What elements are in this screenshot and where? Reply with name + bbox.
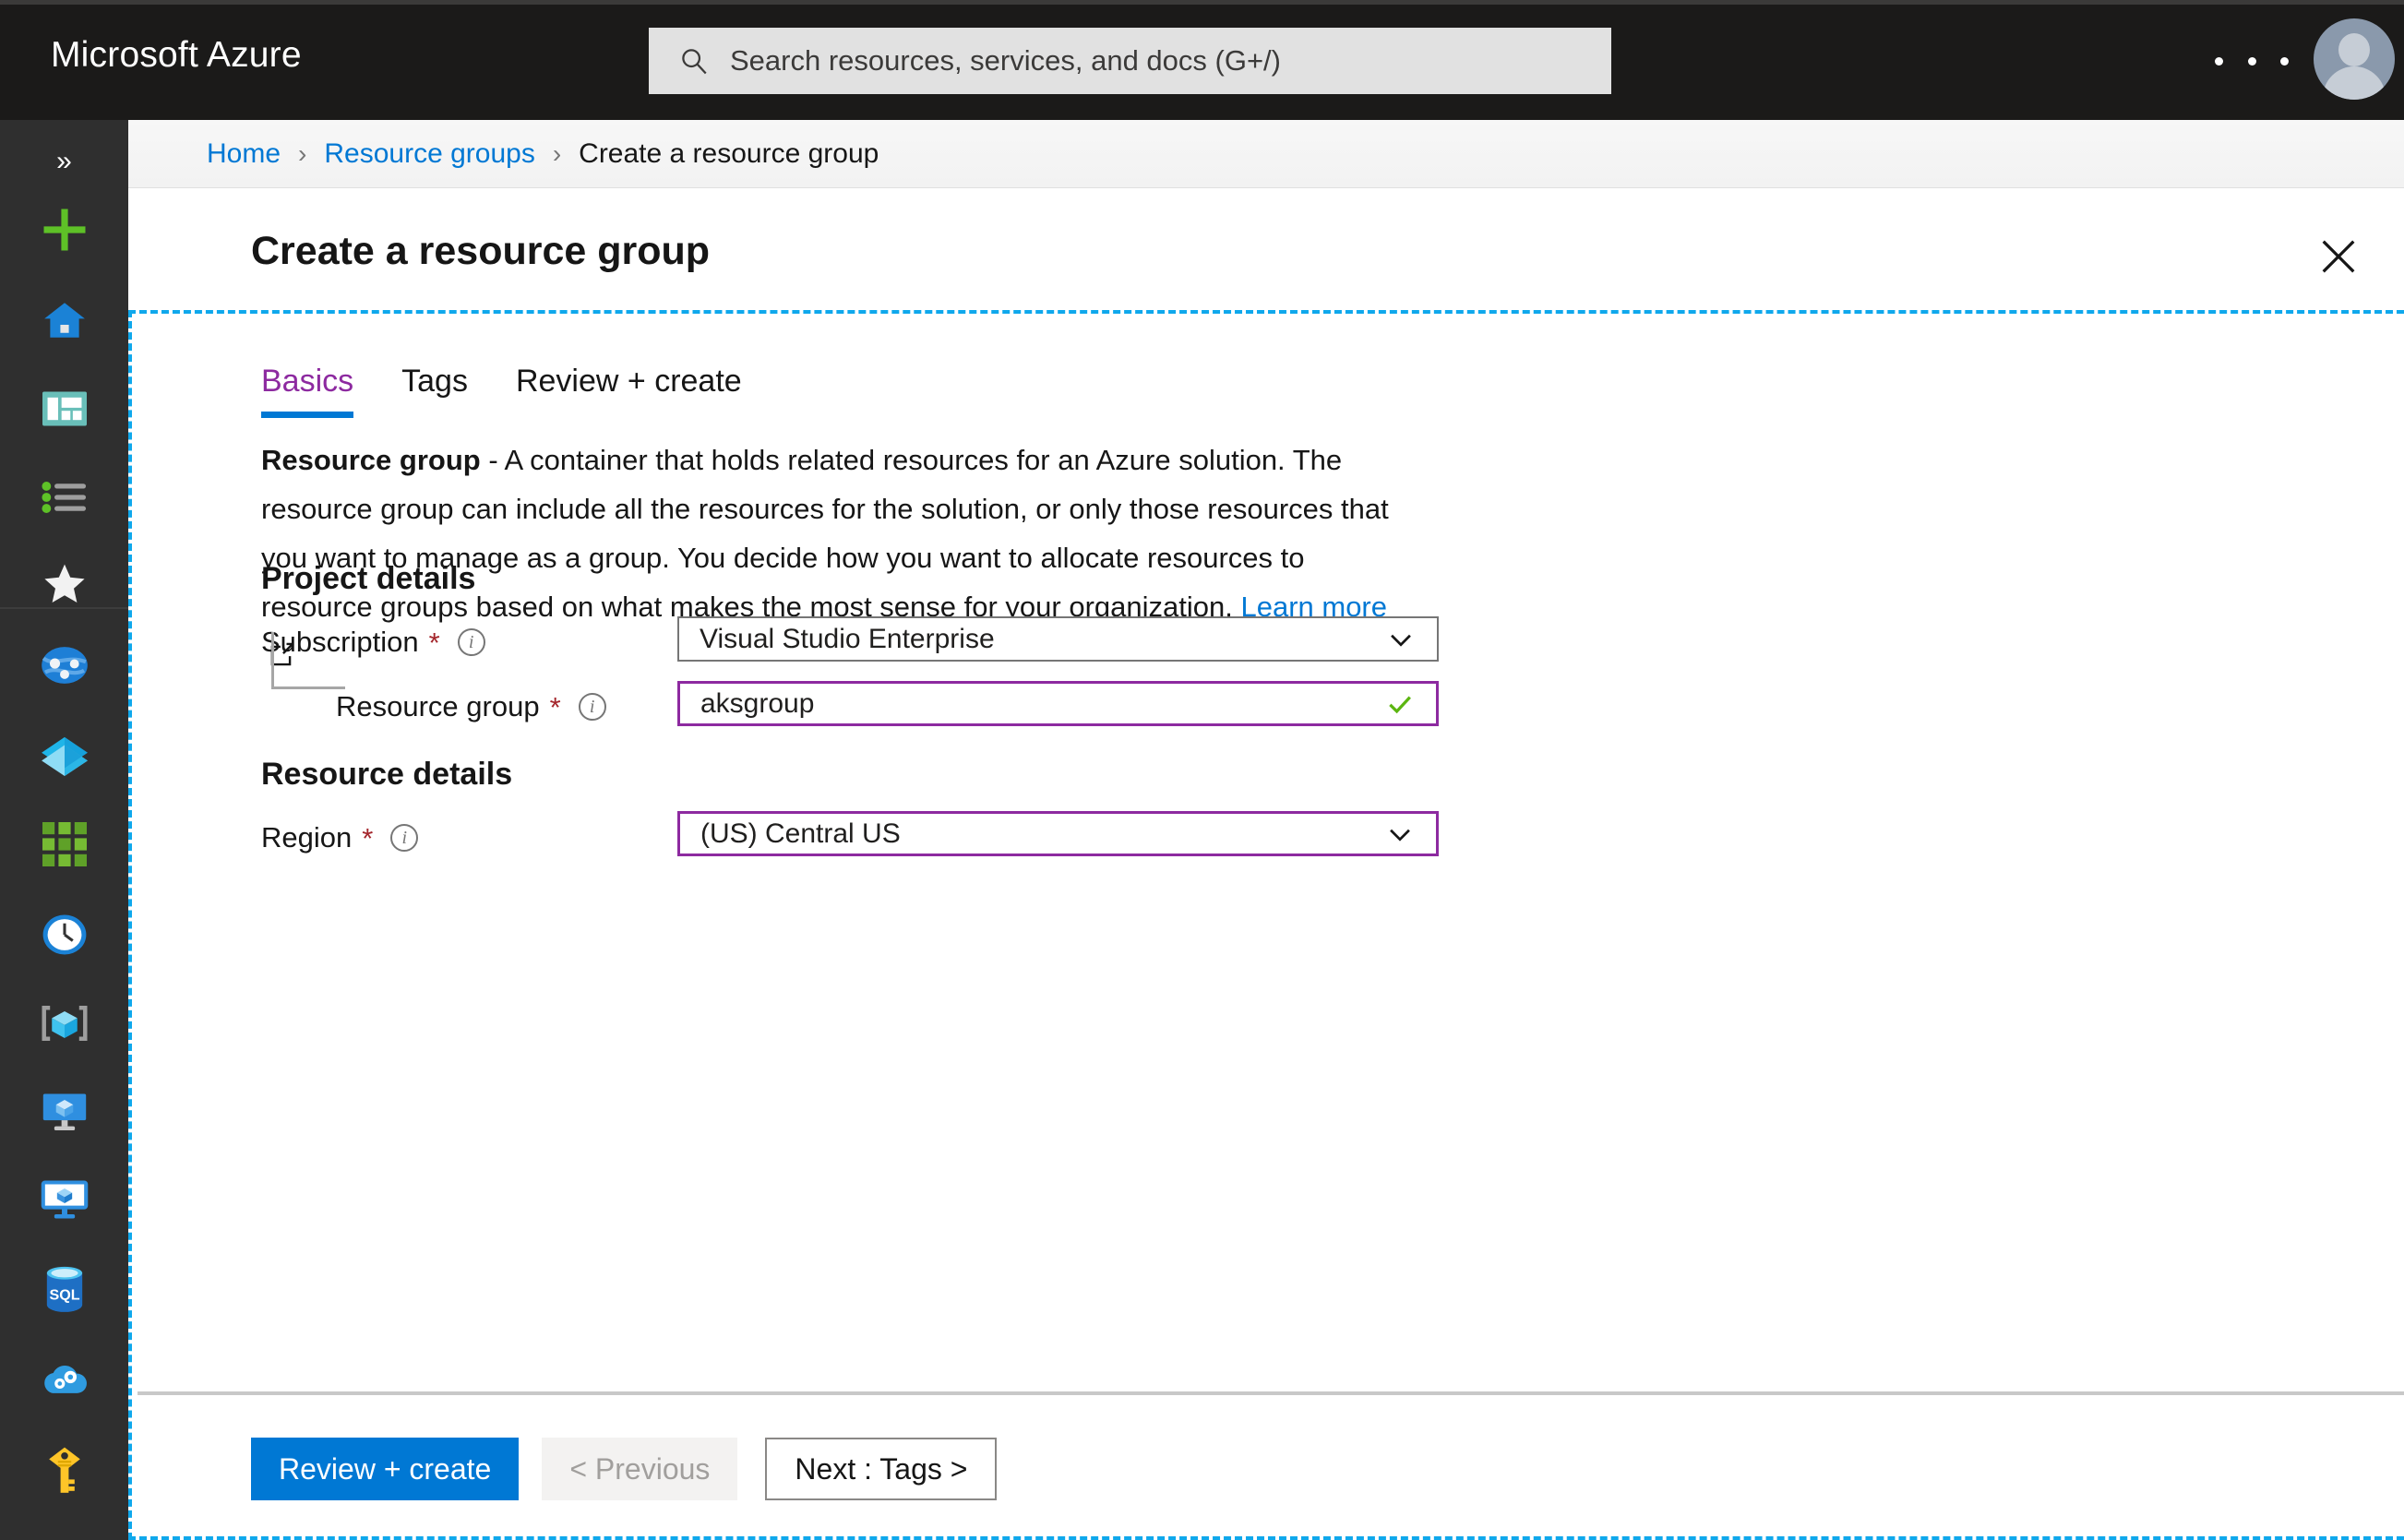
azure-brand-logo[interactable]: Microsoft Azure: [51, 35, 302, 76]
plus-icon: [40, 205, 90, 259]
sidebar-item-favorites[interactable]: [36, 557, 93, 615]
sidebar-item-azure-active-directory[interactable]: [36, 639, 93, 696]
info-icon[interactable]: i: [578, 693, 606, 721]
more-options-icon[interactable]: [2215, 46, 2289, 76]
review-create-button[interactable]: Review + create: [251, 1438, 520, 1500]
aad-icon: [42, 646, 88, 689]
list-icon: [42, 481, 88, 518]
sidebar-item-all-resources[interactable]: [36, 818, 93, 875]
virtual-machines-icon: [41, 1091, 89, 1138]
footer-divider: [138, 1391, 2404, 1395]
section-title-resource-details: Resource details: [261, 757, 513, 792]
chevron-down-icon: [1385, 624, 1417, 655]
breadcrumb-bar: Home › Resource groups › Create a resour…: [128, 120, 2404, 188]
sidebar-item-create-a-resource[interactable]: [36, 203, 93, 260]
chevron-right-icon: ›: [298, 138, 307, 168]
close-icon[interactable]: [2311, 229, 2366, 284]
region-label-row: Region * i: [261, 821, 419, 854]
chevron-down-icon: [1384, 818, 1416, 850]
resource-group-label: Resource group: [336, 690, 540, 722]
avatar[interactable]: [2314, 18, 2395, 100]
avatar-body: [2323, 66, 2386, 100]
rail-collapse-icon[interactable]: »: [0, 133, 128, 190]
breadcrumb: Home › Resource groups › Create a resour…: [207, 138, 879, 170]
left-navigation-rail: » SQL: [0, 120, 128, 1540]
blade-footer-actions: Review + create < Previous Next : Tags >: [251, 1438, 998, 1500]
global-search-box[interactable]: Search resources, services, and docs (G+…: [649, 28, 1611, 94]
info-icon[interactable]: i: [457, 628, 485, 656]
page-title: Create a resource group: [251, 229, 711, 273]
description-lead: Resource group: [261, 444, 481, 476]
sidebar-item-recent[interactable]: [36, 908, 93, 965]
checkmark-icon: [1384, 688, 1416, 720]
sidebar-item-home[interactable]: [36, 293, 93, 351]
sidebar-item-resource-groups[interactable]: [36, 729, 93, 786]
required-asterisk: *: [549, 690, 561, 723]
breadcrumb-item-home[interactable]: Home: [207, 138, 281, 170]
sidebar-item-virtual-machines[interactable]: [36, 1085, 93, 1142]
breadcrumb-item-current: Create a resource group: [579, 137, 879, 169]
sidebar-item-virtual-machines-classic[interactable]: [36, 1174, 93, 1231]
top-navigation-bar: Microsoft Azure Search resources, servic…: [0, 0, 2404, 120]
search-input-placeholder: Search resources, services, and docs (G+…: [730, 44, 1281, 77]
region-select[interactable]: (US) Central US: [677, 811, 1439, 856]
star-icon: [42, 563, 87, 610]
region-label: Region: [261, 821, 353, 854]
main-content-area: Home › Resource groups › Create a resour…: [128, 120, 2404, 1540]
resource-group-input[interactable]: aksgroup: [677, 681, 1439, 726]
tab-tags[interactable]: Tags: [401, 364, 468, 418]
topbar-accent-rule: [0, 0, 2404, 5]
region-value: (US) Central US: [700, 818, 901, 849]
sql-icon: SQL: [43, 1266, 86, 1317]
tab-review-create[interactable]: Review + create: [516, 364, 742, 418]
home-icon: [42, 297, 88, 348]
tab-strip: Basics Tags Review + create: [261, 364, 790, 418]
sidebar-item-app-services[interactable]: [36, 997, 93, 1054]
tab-basics[interactable]: Basics: [261, 364, 354, 418]
grid-icon: [42, 821, 87, 871]
sidebar-item-all-services[interactable]: [36, 471, 93, 528]
previous-button: < Previous: [542, 1438, 738, 1500]
required-asterisk: *: [362, 821, 374, 854]
resource-groups-icon: [40, 734, 90, 782]
required-asterisk: *: [428, 626, 440, 659]
sidebar-item-cloud-services[interactable]: [36, 1353, 93, 1410]
subscription-select[interactable]: Visual Studio Enterprise: [677, 616, 1439, 662]
blade-header: Create a resource group: [128, 188, 2404, 308]
chevron-right-icon: ›: [552, 138, 562, 168]
svg-text:SQL: SQL: [49, 1286, 79, 1303]
section-title-project-details: Project details: [261, 561, 476, 596]
dashboard-icon: [42, 390, 87, 432]
resource-group-value: aksgroup: [700, 687, 815, 719]
info-icon[interactable]: i: [390, 824, 419, 852]
sidebar-item-sql-databases[interactable]: SQL: [36, 1262, 93, 1319]
cloud-services-icon: [41, 1360, 89, 1403]
breadcrumb-item-resource-groups[interactable]: Resource groups: [324, 138, 534, 170]
avatar-head: [2338, 33, 2370, 66]
key-icon: [46, 1446, 83, 1498]
sidebar-item-key-vaults[interactable]: [36, 1443, 93, 1500]
sidebar-item-dashboard[interactable]: [36, 382, 93, 439]
next-tags-button[interactable]: Next : Tags >: [765, 1438, 998, 1500]
subscription-value: Visual Studio Enterprise: [700, 623, 995, 654]
vm-classic-icon: [41, 1179, 89, 1226]
clock-icon: [42, 913, 88, 961]
field-indent-connector: [271, 632, 345, 689]
resource-group-label-row: Resource group * i: [336, 690, 606, 723]
app-services-icon: [41, 1004, 89, 1047]
search-icon: [678, 45, 710, 77]
